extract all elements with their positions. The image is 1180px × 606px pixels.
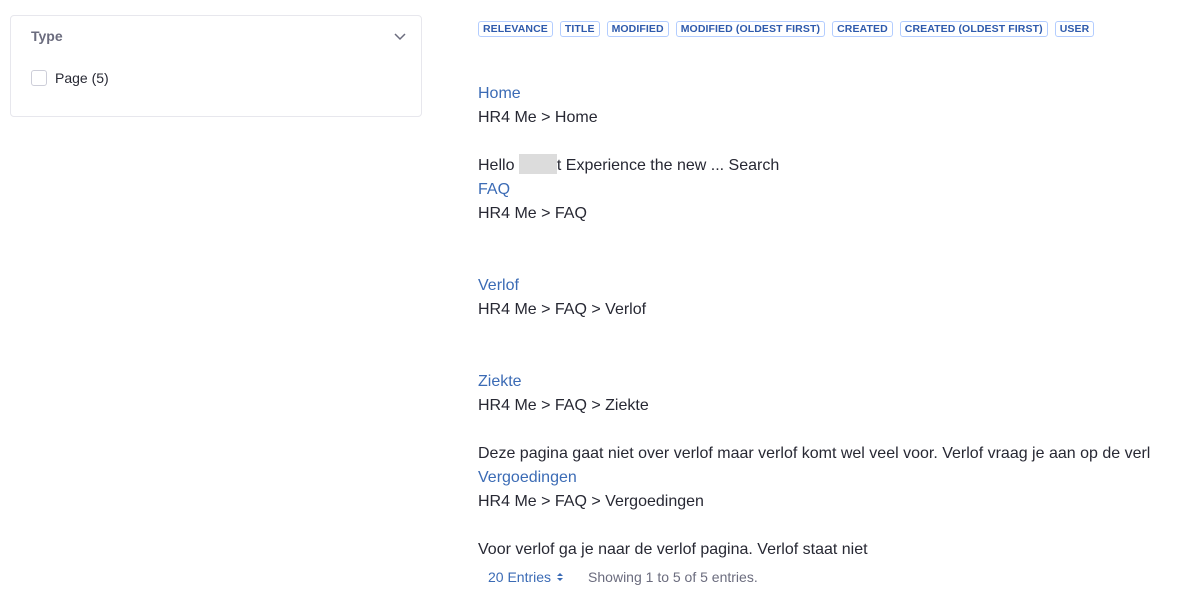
- entries-label: 20 Entries: [488, 569, 552, 585]
- result-snippet: Voor verlof ga je naar de verlof pagina.…: [478, 541, 868, 558]
- caret-updown-icon: [557, 573, 564, 581]
- sort-title[interactable]: TITLE: [559, 21, 600, 37]
- type-filter-panel: Type Page (5): [10, 15, 422, 117]
- sort-bar: RELEVANCE TITLE MODIFIED MODIFIED (OLDES…: [478, 21, 1095, 37]
- filter-option-page[interactable]: Page (5): [31, 68, 109, 88]
- sort-modified[interactable]: MODIFIED: [606, 21, 669, 37]
- result-breadcrumb: HR4 Me > FAQ: [478, 205, 587, 222]
- results-count-text: Showing 1 to 5 of 5 entries.: [588, 569, 758, 585]
- type-filter-toggle[interactable]: Type: [11, 16, 421, 58]
- result-item: Vergoedingen HR4 Me > FAQ > Vergoedingen…: [478, 466, 868, 562]
- result-item: Ziekte HR4 Me > FAQ > Ziekte Deze pagina…: [478, 370, 1150, 466]
- sort-modified-oldest[interactable]: MODIFIED (OLDEST FIRST): [675, 21, 826, 37]
- result-title-link[interactable]: FAQ: [478, 178, 587, 202]
- snippet-suffix: t Experience the new ... Search: [556, 157, 780, 174]
- result-title-link[interactable]: Home: [478, 82, 779, 106]
- page-checkbox[interactable]: [31, 70, 47, 86]
- redacted-block: [518, 154, 557, 174]
- entries-per-page-select[interactable]: 20 Entries: [488, 569, 564, 585]
- result-item: FAQ HR4 Me > FAQ: [478, 178, 587, 226]
- chevron-down-icon: [394, 33, 406, 41]
- sort-relevance[interactable]: RELEVANCE: [478, 21, 553, 37]
- result-title-link[interactable]: Vergoedingen: [478, 466, 868, 490]
- result-snippet: Hello t Experience the new ... Search: [478, 154, 779, 178]
- result-breadcrumb: HR4 Me > FAQ > Ziekte: [478, 397, 649, 414]
- result-item: Home HR4 Me > Home Hello t Experience th…: [478, 82, 779, 178]
- snippet-prefix: Hello: [478, 157, 519, 174]
- filter-option-label: Page (5): [55, 70, 109, 86]
- filter-title: Type: [31, 28, 63, 44]
- result-title-link[interactable]: Ziekte: [478, 370, 1150, 394]
- result-item: Verlof HR4 Me > FAQ > Verlof: [478, 274, 646, 322]
- result-breadcrumb: HR4 Me > FAQ > Verlof: [478, 301, 647, 318]
- pagination-bar: 20 Entries Showing 1 to 5 of 5 entries.: [488, 569, 758, 585]
- result-breadcrumb: HR4 Me > FAQ > Vergoedingen: [478, 493, 704, 510]
- sort-user[interactable]: USER: [1054, 21, 1095, 37]
- sort-created-oldest[interactable]: CREATED (OLDEST FIRST): [899, 21, 1048, 37]
- result-breadcrumb: HR4 Me > Home: [478, 109, 598, 126]
- sort-created[interactable]: CREATED: [832, 21, 893, 37]
- result-snippet: Deze pagina gaat niet over verlof maar v…: [478, 445, 1151, 462]
- result-title-link[interactable]: Verlof: [478, 274, 646, 298]
